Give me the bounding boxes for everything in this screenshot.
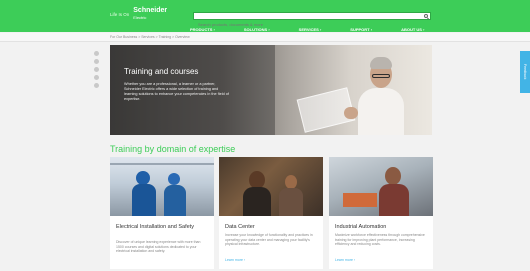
card-description: Discover of unique learning experience w…: [116, 240, 201, 253]
linkedin-icon[interactable]: [94, 67, 99, 72]
print-icon[interactable]: [94, 83, 99, 88]
hero-title: Training and courses: [124, 67, 199, 76]
card-title[interactable]: Electrical Installation and Safety: [116, 224, 208, 231]
main-nav: PRODUCTS › SOLUTIONS › SERVICES › SUPPOR…: [190, 27, 453, 32]
hero-hand-image: [344, 107, 358, 119]
breadcrumb[interactable]: For Our Business > Services > Training >…: [110, 35, 190, 39]
brand-tagline: Life Is On: [110, 11, 130, 17]
hero-person-image: [358, 53, 404, 135]
search-box[interactable]: [193, 12, 431, 28]
nav-products[interactable]: PRODUCTS ›: [190, 27, 215, 32]
learn-more-link[interactable]: Learn more ›: [225, 258, 245, 262]
nav-support[interactable]: SUPPORT ›: [350, 27, 372, 32]
search-icon[interactable]: [424, 14, 428, 18]
hero-text: Whether you are a professional, a learne…: [124, 82, 229, 101]
nav-about-us[interactable]: ABOUT US ›: [401, 27, 424, 32]
card-data-center[interactable]: Data Center Increase your knowledge of f…: [219, 157, 323, 269]
breadcrumb-bar: For Our Business > Services > Training >…: [0, 33, 530, 42]
brand-logo[interactable]: Schneider Electric: [133, 7, 167, 21]
card-image-electrical: [110, 157, 214, 216]
email-icon[interactable]: [94, 75, 99, 80]
card-title[interactable]: Data Center: [225, 224, 317, 231]
section-title: Training by domain of expertise: [110, 144, 236, 154]
card-industrial-automation[interactable]: Industrial Automation Maximize workforce…: [329, 157, 433, 269]
brand-logo-name: Schneider: [133, 7, 168, 14]
brand-logo-sub: Electric: [133, 15, 147, 20]
twitter-icon[interactable]: [94, 59, 99, 64]
card-description: Increase your knowledge of functionality…: [225, 233, 313, 246]
card-image-data-center: [219, 157, 323, 216]
nav-services[interactable]: SERVICES ›: [299, 27, 322, 32]
card-description: Maximize workforce effectiveness through…: [335, 233, 425, 246]
learn-more-link[interactable]: Learn more ›: [335, 258, 355, 262]
nav-solutions[interactable]: SOLUTIONS ›: [244, 27, 270, 32]
facebook-icon[interactable]: [94, 51, 99, 56]
hero-banner: Training and courses Whether you are a p…: [110, 45, 432, 135]
card-title[interactable]: Industrial Automation: [335, 224, 427, 231]
site-header: Life Is On Schneider Electric PRODUCTS ›…: [0, 0, 530, 32]
card-image-industrial: [329, 157, 433, 216]
card-electrical-installation[interactable]: Electrical Installation and Safety Disco…: [110, 157, 214, 269]
brand[interactable]: Life Is On Schneider Electric: [110, 5, 167, 23]
feedback-tab[interactable]: Feedback: [520, 51, 530, 93]
